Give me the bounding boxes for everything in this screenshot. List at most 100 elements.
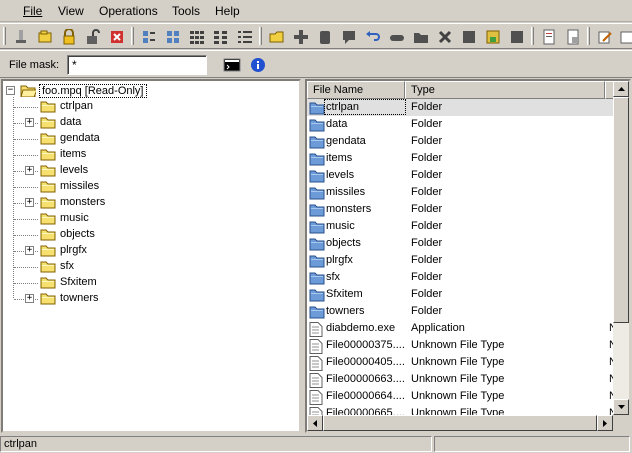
list-item[interactable]: ctrlpan Folder: [307, 99, 613, 116]
list-item[interactable]: diabdemo.exeApplicationN: [307, 320, 617, 337]
folder-icon: [40, 148, 56, 161]
view-details-icon[interactable]: [211, 27, 231, 47]
scroll-right-button[interactable]: [597, 415, 613, 431]
toolbar-separator-2: [259, 27, 262, 45]
rename-icon[interactable]: [387, 27, 407, 47]
add-icon[interactable]: [291, 27, 311, 47]
undo-icon[interactable]: [363, 27, 383, 47]
tree-item-label: towners: [60, 292, 99, 304]
folder-open-icon: [20, 85, 36, 97]
console-icon[interactable]: [222, 55, 242, 75]
file-icon: [309, 373, 325, 388]
list-item-type: Folder: [411, 118, 443, 130]
edit-icon[interactable]: [595, 27, 615, 47]
list-item[interactable]: Sfxitem Folder: [307, 286, 613, 303]
menu-view[interactable]: View: [58, 4, 84, 18]
toolbar-separator-4: [587, 27, 590, 45]
tree-expand-icon[interactable]: +: [25, 198, 34, 207]
tree-item-label: levels: [60, 164, 89, 176]
tree-branch-line: [14, 155, 38, 156]
save-icon[interactable]: [483, 27, 503, 47]
delete-icon[interactable]: [435, 27, 455, 47]
info-icon[interactable]: [248, 55, 268, 75]
toolbar-grip[interactable]: [3, 27, 6, 45]
folder-icon[interactable]: [411, 27, 431, 47]
menu-file[interactable]: File: [23, 4, 42, 18]
list-item[interactable]: File00000375....Unknown File TypeN: [307, 337, 617, 354]
tree-expand-icon[interactable]: +: [25, 166, 34, 175]
status-panel-2: [434, 436, 630, 452]
close-archive-icon[interactable]: [107, 27, 127, 47]
list-item-type: Folder: [411, 169, 443, 181]
list-item-name: objects: [326, 237, 361, 249]
list-item[interactable]: data Folder: [307, 116, 613, 133]
list-item[interactable]: music Folder: [307, 218, 613, 235]
view-small-icon[interactable]: [163, 27, 183, 47]
list-item[interactable]: monsters Folder: [307, 201, 613, 218]
view-large-icon[interactable]: [139, 27, 159, 47]
tools-icon[interactable]: [563, 27, 583, 47]
menu-help[interactable]: Help: [215, 4, 240, 18]
tree-branch-line: [14, 187, 38, 188]
list-item[interactable]: towners Folder: [307, 303, 613, 320]
list-item[interactable]: File00000405....Unknown File TypeN: [307, 354, 617, 371]
list-item[interactable]: File00000664....Unknown File TypeN: [307, 388, 617, 405]
menu-operations[interactable]: Operations: [99, 4, 158, 18]
view-list-icon[interactable]: [187, 27, 207, 47]
list-item-type: Folder: [411, 101, 443, 113]
extra-icon[interactable]: [617, 27, 632, 47]
properties-icon[interactable]: [539, 27, 559, 47]
vertical-scroll-thumb[interactable]: [613, 97, 629, 323]
list-item-type: Folder: [411, 152, 443, 164]
list-item[interactable]: levels Folder: [307, 167, 613, 184]
copy-icon[interactable]: [315, 27, 335, 47]
tree-expand-icon[interactable]: +: [25, 246, 34, 255]
list-item-name: items: [326, 152, 353, 164]
list-item[interactable]: objects Folder: [307, 235, 613, 252]
column-header-type[interactable]: Type: [405, 81, 605, 99]
file-list[interactable]: File Name Type ctrlpan Folder data Folder ge…: [305, 79, 631, 433]
vertical-scrollbar[interactable]: [613, 81, 629, 415]
tree-expand-icon[interactable]: +: [25, 294, 34, 303]
list-item[interactable]: sfx Folder: [307, 269, 613, 286]
paste-icon[interactable]: [339, 27, 359, 47]
tree-expand-icon[interactable]: +: [25, 118, 34, 127]
horizontal-scroll-thumb[interactable]: [323, 415, 597, 431]
folder-icon: [40, 276, 56, 289]
list-item[interactable]: missiles Folder: [307, 184, 613, 201]
new-folder-icon[interactable]: [267, 27, 287, 47]
tree-collapse-icon[interactable]: −: [6, 86, 15, 95]
menu-tools[interactable]: Tools: [172, 4, 200, 18]
list-item-type: Folder: [411, 203, 443, 215]
horizontal-scrollbar[interactable]: [307, 415, 613, 431]
list-item-type: Folder: [411, 271, 443, 283]
toolbar: [0, 23, 632, 49]
list-item[interactable]: File00000663....Unknown File TypeN: [307, 371, 617, 388]
list-item[interactable]: gendata Folder: [307, 133, 613, 150]
unlock-icon[interactable]: [83, 27, 103, 47]
file-icon: [309, 339, 325, 354]
menu-help-label: Help: [215, 4, 240, 18]
folder-icon: [40, 132, 56, 145]
list-item-type: Folder: [411, 254, 443, 266]
scroll-left-button[interactable]: [307, 415, 323, 431]
recent-icon[interactable]: [35, 27, 55, 47]
scroll-down-button[interactable]: [613, 399, 629, 415]
lock-icon[interactable]: [59, 27, 79, 47]
folder-icon: [40, 116, 56, 129]
file-mask-input[interactable]: [67, 55, 207, 75]
list-item[interactable]: items Folder: [307, 150, 613, 167]
open-archive-icon[interactable]: [11, 27, 31, 47]
scroll-up-button[interactable]: [613, 81, 629, 97]
view-tree-icon[interactable]: [235, 27, 255, 47]
file-icon: [309, 390, 325, 405]
compact-icon[interactable]: [459, 27, 479, 47]
list-item-name: File00000663....: [326, 373, 405, 385]
column-header-name[interactable]: File Name: [307, 81, 405, 99]
folder-icon: [40, 180, 56, 193]
list-item-type: Folder: [411, 237, 443, 249]
folder-icon: [309, 203, 325, 217]
folder-tree[interactable]: − foo.mpq [Read-Only] ctrlpan + data gendat…: [1, 79, 301, 433]
blank-icon[interactable]: [507, 27, 527, 47]
list-item[interactable]: plrgfx Folder: [307, 252, 613, 269]
